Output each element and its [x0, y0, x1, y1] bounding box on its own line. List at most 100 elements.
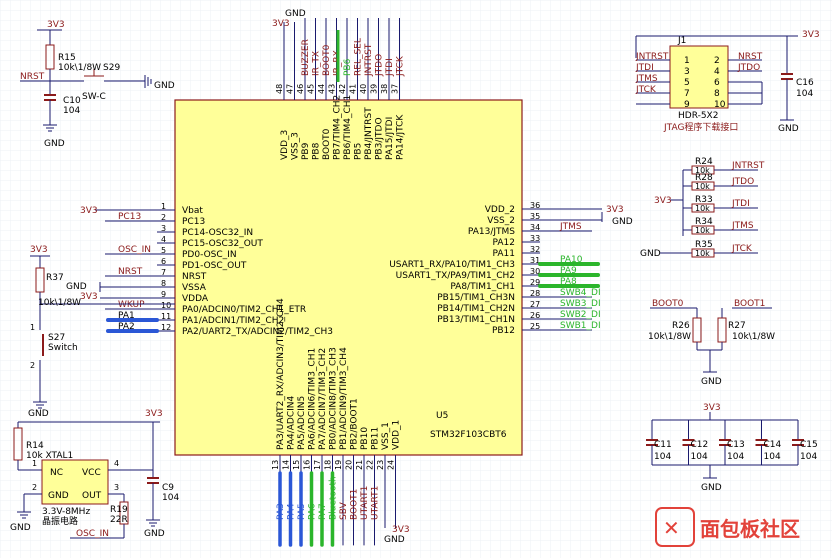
mcu-top-pin-num: 47: [286, 84, 295, 94]
mcu-top-pin-num: 37: [391, 84, 400, 94]
mcu-bottom-pin-name: PB0/ADCIN8/TIM3_CH3: [329, 347, 339, 450]
boot-label: R26: [672, 321, 690, 331]
pullup-label: R33: [695, 195, 713, 205]
mcu-right-pin-name: PA11: [493, 249, 515, 259]
mcu-bottom-net-label: SBV: [339, 501, 349, 520]
mcu-right-net-label: PA10: [560, 255, 583, 265]
mcu-top-pin-name: PB7/TIM4_CH2: [333, 95, 343, 160]
pullup-net: JTDI: [731, 199, 750, 209]
pullup-value: 10k: [695, 249, 710, 258]
crystal-desc1: 3.3V-8MHz: [42, 507, 90, 517]
crystal-gnd2-label: GND: [144, 529, 165, 539]
jtag-left-pin-num: 3: [684, 67, 690, 77]
mcu-top-pin-name: PB3/JTDO: [375, 117, 385, 160]
mcu-left-pin-name: Vbat: [182, 206, 203, 216]
r14-label: R14: [26, 441, 44, 451]
pullup-label: R28: [695, 173, 713, 183]
s29-label: S29: [103, 63, 120, 73]
watermark-text: 面包板社区: [700, 517, 800, 541]
mcu-bottom-pin-num: 14: [282, 460, 291, 470]
mcu-right-pin-name: PA12: [493, 238, 515, 248]
mcu-bottom-net-label: PA5: [297, 503, 307, 520]
mcu-left-pin-num: 5: [161, 246, 166, 255]
s27-pin2: 2: [30, 361, 35, 370]
bottom-gnd-label: GND: [384, 535, 405, 545]
mcu-left-pin-num: 11: [161, 312, 171, 321]
mcu-bottom-pin-name: VDD_1: [392, 420, 402, 450]
mcu-designator: U5: [436, 411, 448, 421]
s27-label: S27: [48, 333, 65, 343]
mcu-bottom-net-label: PA4: [287, 503, 297, 520]
mcu-top-pin-name: PB5: [354, 143, 364, 160]
mcu-left-pin-num: 12: [161, 323, 171, 332]
crystal-vcc-label: 3V3: [145, 409, 163, 419]
mcu-right-pin-num: 28: [530, 289, 540, 298]
jtag-right-pin-num: 2: [714, 56, 720, 66]
pullup-net: JTCK: [731, 244, 753, 254]
pullup-value: 10k: [695, 226, 710, 235]
mcu-top-pin-num: 38: [380, 84, 389, 94]
mcu-top-pin-name: PB4/JNTRST: [364, 107, 374, 160]
mcu-bottom-pin-num: 15: [292, 460, 301, 470]
jtag-right-pin-num: 4: [714, 67, 720, 77]
decap-value: 104: [691, 452, 708, 462]
mcu-bottom-pin-num: 21: [355, 460, 364, 470]
r15-label: R15: [58, 53, 76, 63]
mcu-right-pin-name: PB14/TIM1_CH2N: [437, 304, 515, 314]
mcu-top-net-label: JTCK: [396, 55, 406, 77]
decap-label: C12: [691, 440, 709, 450]
wkup-vcc-label: 3V3: [30, 245, 48, 255]
mcu-left-pin-num: 9: [161, 290, 166, 299]
mcu-top-pin-name: VDD_3: [280, 130, 290, 160]
crystal-pin2: 2: [32, 483, 37, 492]
mcu-right-net-label: SWB1_DI: [560, 321, 601, 331]
mcu-left-pin-name: PA1/ADCIN1/TIM2_CH2: [182, 316, 284, 326]
mcu-bottom-net-label: PA3: [276, 503, 286, 520]
boot-value: 10k\1/8W: [648, 332, 691, 342]
mcu-bottom-pin-name: PB10: [360, 427, 370, 450]
mcu-right-pin-num: 25: [530, 322, 540, 331]
crystal-pin-gnd: GND: [48, 491, 69, 501]
r37-label: R37: [46, 273, 64, 283]
mcu-bottom-pin-num: 17: [313, 460, 322, 470]
mcu-right-pin-num: 32: [530, 245, 540, 254]
reset-gnd-label: GND: [44, 139, 65, 149]
jtag-left-pin-num: 7: [684, 89, 690, 99]
mcu-bottom-net-label: UTART1: [371, 486, 381, 520]
mcu-top-net-label: IR_TX: [312, 51, 322, 76]
mcu-top-net-label: PB6: [343, 58, 353, 76]
mcu-left-pin-name: NRST: [182, 272, 207, 282]
pullup-label: R24: [695, 157, 713, 167]
mcu-bottom-pin-name: PA3/UART2_RX/ADCIN3/TIM2_CH4: [276, 298, 286, 450]
mcu-bottom-net-label: PA6: [308, 503, 318, 520]
mcu-left-pin-num: 6: [161, 257, 166, 266]
mcu-right-pin-name: USART1_RX/PA10/TIM1_CH3: [389, 260, 515, 270]
crystal-desc2: 晶振电路: [42, 515, 78, 527]
s29-type: SW-C: [82, 92, 106, 102]
pullup-net: JTMS: [731, 221, 754, 231]
mcu-right-pin-num: 33: [530, 234, 540, 243]
mcu-right-pin-num: 36: [530, 201, 540, 210]
decap-value: 104: [800, 452, 817, 462]
pullup-net: JNTRST: [731, 161, 765, 171]
r37-value: 10k\1/8W: [38, 298, 81, 308]
c9-label: C9: [162, 483, 174, 493]
jtag-left-net: JTDI: [635, 63, 654, 73]
mcu-bottom-pin-num: 18: [324, 460, 333, 470]
s27-pin1: 1: [30, 323, 35, 332]
mcu-right-net-label: PA9: [560, 266, 577, 276]
pullup-gnd-label: GND: [640, 249, 661, 259]
mcu-left-pin-name: VSSA: [182, 283, 207, 293]
mcu-top-pin-name: PB6/TIM4_CH1: [343, 95, 353, 160]
mcu-top-pin-name: PA14/JTCK: [396, 114, 406, 160]
jtag-caption: JTAG程序下载接口: [663, 121, 738, 133]
crystal-gnd-label: GND: [10, 523, 31, 533]
boot-value: 10k\1/8W: [732, 332, 775, 342]
mcu-right-pin-num: 26: [530, 311, 540, 320]
mcu-left-pin-name: PC14-OSC32_IN: [182, 228, 253, 238]
pullup-label: R35: [695, 240, 713, 250]
vss2-gnd-label: GND: [612, 217, 633, 227]
mcu-left-net-label: PA1: [118, 311, 135, 321]
jtag-left-net: JNTRST: [635, 52, 669, 62]
jtag-designator: J1: [677, 36, 686, 46]
